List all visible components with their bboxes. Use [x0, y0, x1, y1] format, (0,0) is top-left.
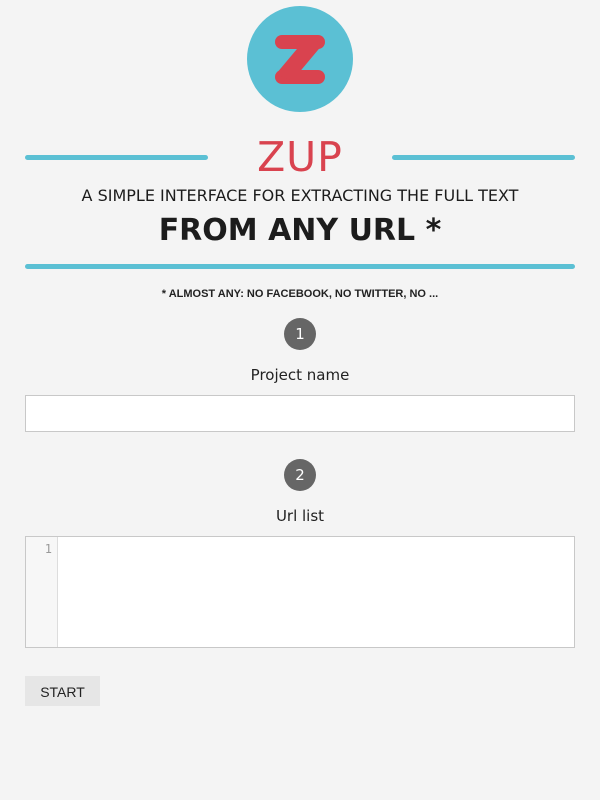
step-1-badge: 1 — [284, 318, 316, 350]
url-list-label: Url list — [275, 507, 325, 525]
tagline-line-1: A SIMPLE INTERFACE FOR EXTRACTING THE FU… — [81, 186, 519, 205]
brand-title: ZUP — [257, 133, 343, 181]
project-name-input[interactable] — [25, 395, 575, 432]
project-name-label: Project name — [250, 366, 350, 384]
zup-logo-icon — [247, 6, 353, 112]
header-rule-left — [25, 155, 208, 160]
tagline-line-2: FROM ANY URL * — [158, 213, 442, 248]
start-button[interactable]: START — [25, 676, 100, 706]
footnote: * ALMOST ANY: NO FACEBOOK, NO TWITTER, N… — [161, 288, 439, 300]
step-2-badge: 2 — [284, 459, 316, 491]
page: ZUP A SIMPLE INTERFACE FOR EXTRACTING TH… — [0, 0, 600, 800]
url-list-text-area[interactable] — [59, 537, 574, 647]
line-number: 1 — [44, 542, 52, 556]
header-rule-right — [392, 155, 575, 160]
header-divider — [25, 264, 575, 269]
line-number-gutter: 1 — [26, 537, 58, 647]
url-list-editor[interactable]: 1 — [25, 536, 575, 648]
